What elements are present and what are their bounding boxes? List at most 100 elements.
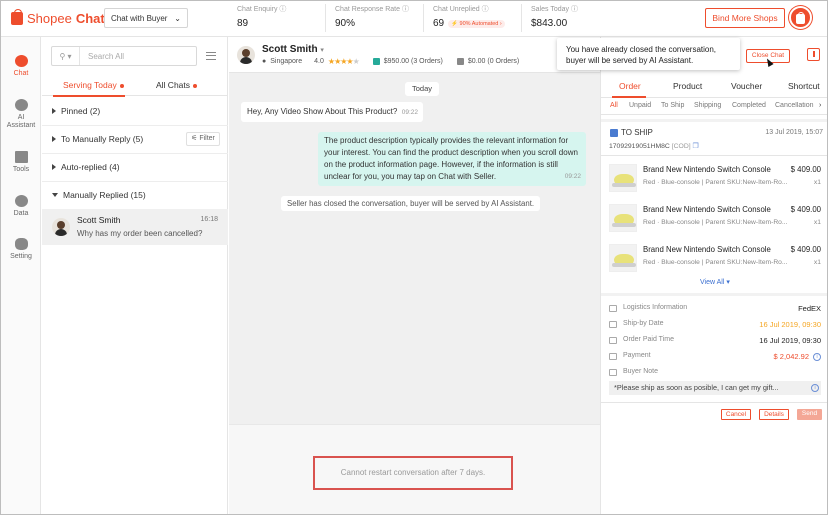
nav-chat[interactable]: Chat [1, 55, 41, 77]
mode-dropdown[interactable]: Chat with Buyer ⌄ [104, 8, 188, 28]
caret-right-icon [52, 136, 56, 142]
copy-icon: ❐ [692, 143, 699, 150]
nav-setting[interactable]: Setting [1, 238, 41, 260]
search-placeholder: Search All [88, 51, 125, 61]
info-icon[interactable]: i [811, 384, 819, 392]
caret-right-icon [52, 164, 56, 170]
info-payment: Payment $ 2,042.92 i [609, 352, 821, 364]
nav-label: Data [13, 210, 29, 217]
product-price: $ 409.00 [790, 245, 821, 254]
pie-chart-icon [14, 195, 28, 207]
date-divider: Today [405, 82, 440, 96]
spent-icon [372, 58, 380, 65]
info-icon: ⓘ [401, 6, 409, 13]
subtab-completed[interactable]: Completed [732, 102, 766, 109]
product-image [609, 204, 637, 232]
stats-bar: Chat Enquiry ⓘ 89 Chat Response Rate ⓘ 9… [228, 1, 620, 35]
order-item[interactable]: Brand New Nintendo Switch Console $ 409.… [609, 204, 821, 234]
filter-button[interactable]: ⚟ Filter [186, 132, 220, 146]
product-variant: Red · Blue-console | Parent SKU:New-Item… [643, 179, 788, 186]
conversation-preview: Why has my order been cancelled? [77, 229, 203, 238]
unread-dot [193, 83, 198, 88]
details-button[interactable]: Details [759, 409, 789, 420]
product-image [609, 164, 637, 192]
brand-shop: Shopee [27, 11, 72, 26]
view-all-link[interactable]: View All ▾ [700, 278, 730, 286]
subtab-all[interactable]: All [610, 102, 618, 109]
conversation-item[interactable]: Scott Smith 16:18 Why has my order been … [42, 209, 228, 245]
order-date: 13 Jul 2019, 15:07 [765, 129, 823, 136]
search-input[interactable]: ⚲ ▾ Search All [51, 46, 197, 66]
group-to-manually-reply[interactable]: To Manually Reply (5) [52, 134, 143, 144]
rating-stars-icon: ★★★★★ [327, 57, 360, 66]
info-buyer-note: Buyer Note [609, 368, 821, 380]
calendar-icon [609, 321, 617, 328]
buyer-note-text: *Please ship as soon as posible, I can g… [609, 381, 821, 395]
order-status: TO SHIP [610, 128, 653, 137]
subtab-unpaid[interactable]: Unpaid [629, 102, 651, 109]
nav-tools[interactable]: Tools [1, 151, 41, 173]
info-icon: ⓘ [481, 6, 489, 13]
tab-serving-today[interactable]: Serving Today [63, 80, 124, 90]
active-tab-indicator [53, 95, 125, 97]
tab-shortcut[interactable]: Shortcut [788, 81, 820, 91]
brand-chat: Chat [75, 11, 105, 26]
buyer-name[interactable]: Scott Smith ▾ [262, 44, 324, 55]
order-id[interactable]: 17092919051HM8C [COD] ❐ [609, 142, 699, 150]
shop-bag-icon [796, 12, 805, 24]
stat-label: Chat Response Rate [335, 6, 400, 13]
group-pinned[interactable]: Pinned (2) [52, 106, 100, 116]
subtab-cancellation[interactable]: Cancellation [775, 102, 815, 109]
stat-unreplied: Chat Unreplied ⓘ 69 ⚡ 90% Automated › [424, 4, 522, 32]
stat-value: 90% [335, 18, 356, 29]
subtab-shipping[interactable]: Shipping [694, 102, 721, 109]
info-ship-by-date: Ship-by Date 16 Jul 2019, 09:30 [609, 320, 821, 332]
mode-dropdown-value: Chat with Buyer [111, 14, 168, 23]
chevron-down-icon: ▾ [320, 47, 324, 54]
list-tabs: Serving Today All Chats [42, 74, 228, 96]
pending-icon [456, 58, 464, 65]
nav-ai-assistant[interactable]: AI Assistant [1, 99, 41, 130]
chat-header [229, 37, 600, 73]
avatar [237, 46, 255, 64]
bind-more-shops-button[interactable]: Bind More Shops [705, 8, 785, 28]
subtab-to-ship[interactable]: To Ship [661, 102, 684, 109]
product-price: $ 409.00 [790, 165, 821, 174]
info-icon: ⓘ [279, 6, 287, 13]
buyer-rating: 4.0 [314, 58, 324, 65]
cancel-button[interactable]: Cancel [721, 409, 751, 420]
tab-product[interactable]: Product [673, 81, 702, 91]
group-auto-replied[interactable]: Auto-replied (4) [52, 162, 120, 172]
stat-label: Sales Today [531, 6, 570, 13]
stat-value: 89 [237, 18, 249, 29]
truck-icon [609, 305, 617, 312]
order-item[interactable]: Brand New Nintendo Switch Console $ 409.… [609, 244, 821, 274]
group-manually-replied[interactable]: Manually Replied (15) [52, 190, 146, 200]
info-logistics: Logistics Information FedEX [609, 304, 821, 316]
list-filter-icon[interactable] [206, 52, 216, 60]
product-name: Brand New Nintendo Switch Console [643, 245, 771, 254]
tab-all-chats[interactable]: All Chats [156, 80, 198, 90]
message-bubble-buyer: Hey, Any Video Show About This Product? 0… [241, 102, 423, 122]
restart-notice: Cannot restart conversation after 7 days… [313, 456, 513, 490]
tab-order[interactable]: Order [619, 81, 641, 91]
system-message: Seller has closed the conversation, buye… [281, 196, 541, 211]
stat-value: $843.00 [531, 18, 568, 29]
shop-avatar[interactable] [789, 6, 812, 29]
panel-toggle-icon[interactable] [807, 48, 820, 61]
stat-value: 69 [433, 18, 445, 29]
search-icon[interactable]: ⚲ ▾ [52, 47, 80, 65]
automated-badge: ⚡ 90% Automated › [448, 19, 505, 28]
stat-sales-today: Sales Today ⓘ $843.00 [522, 4, 620, 32]
product-qty: x1 [813, 259, 821, 266]
unread-dot [119, 83, 124, 88]
order-item[interactable]: Brand New Nintendo Switch Console $ 409.… [609, 164, 821, 194]
conversation-time: 16:18 [200, 216, 218, 223]
tab-voucher[interactable]: Voucher [731, 81, 762, 91]
send-button[interactable]: Send [797, 409, 822, 420]
nav-data[interactable]: Data [1, 195, 41, 217]
chevron-right-icon[interactable]: › [819, 102, 821, 109]
message-text: Hey, Any Video Show About This Product? [247, 107, 398, 116]
stat-chat-enquiry: Chat Enquiry ⓘ 89 [228, 4, 326, 32]
avatar [52, 218, 70, 236]
